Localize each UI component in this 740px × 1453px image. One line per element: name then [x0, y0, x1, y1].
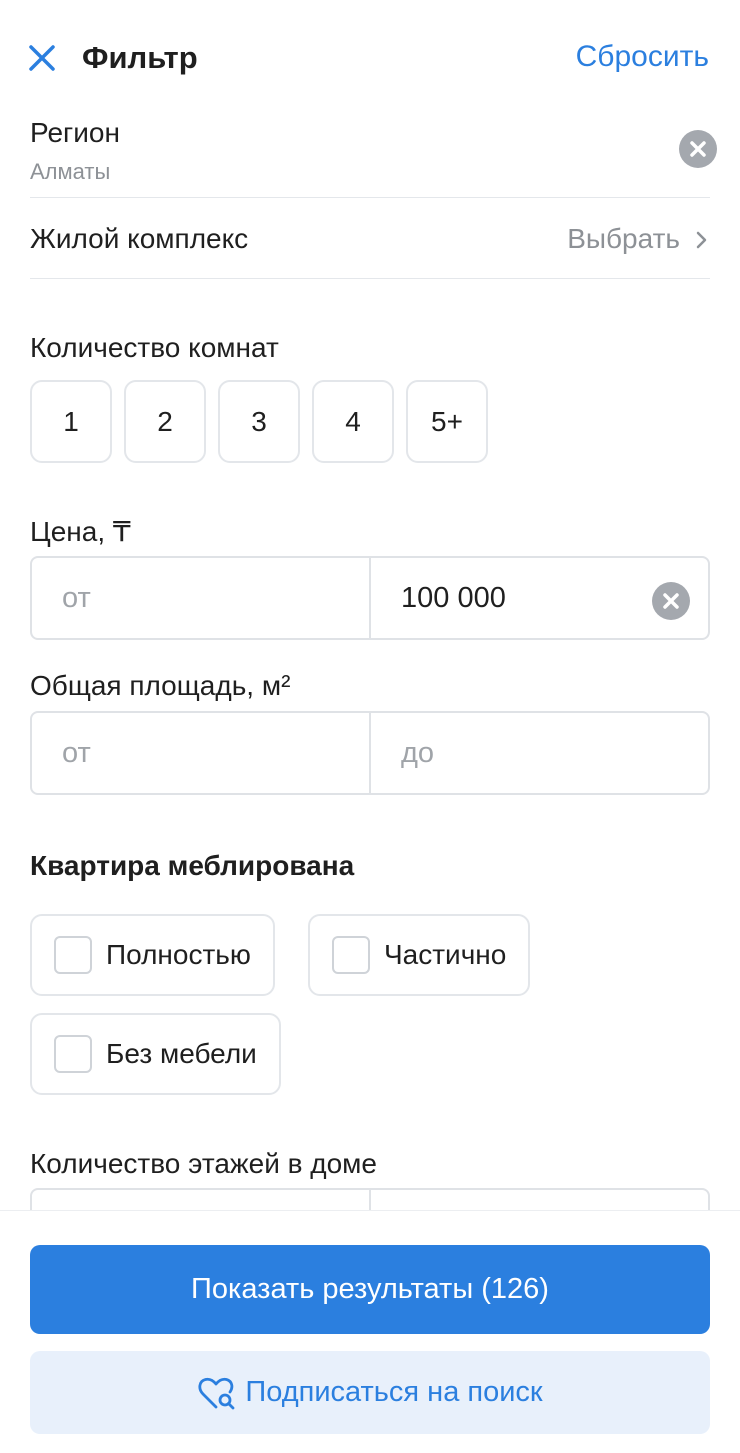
- area-range: от до: [30, 711, 710, 795]
- checkbox[interactable]: [54, 936, 92, 974]
- subscribe-label: Подписаться на поиск: [245, 1376, 543, 1408]
- chevron-right-icon: [696, 231, 707, 249]
- furnished-option-none[interactable]: Без мебели: [30, 1013, 281, 1095]
- price-from-input[interactable]: от: [32, 558, 369, 638]
- page-title: Фильтр: [82, 40, 198, 75]
- price-clear-button[interactable]: [652, 582, 690, 620]
- clear-icon: [690, 141, 706, 157]
- show-results-label: Показать результаты (126): [191, 1273, 549, 1305]
- checkbox[interactable]: [54, 1035, 92, 1073]
- floors-label: Количество этажей в доме: [30, 1148, 378, 1179]
- clear-icon: [663, 593, 679, 609]
- furnished-option-partial[interactable]: Частично: [308, 914, 531, 996]
- complex-label: Жилой комплекс: [30, 223, 249, 254]
- checkbox[interactable]: [332, 936, 370, 974]
- reset-button[interactable]: Сбросить: [576, 40, 709, 74]
- furnished-option-full[interactable]: Полностью: [30, 914, 275, 996]
- area-from-input[interactable]: от: [32, 713, 369, 793]
- area-to-placeholder: до: [401, 736, 435, 769]
- option-label: Полностью: [106, 939, 251, 970]
- price-from-placeholder: от: [62, 581, 91, 614]
- room-option-5plus[interactable]: 5+: [406, 380, 488, 463]
- price-to-input[interactable]: 100 000: [369, 558, 708, 638]
- complex-select-action: Выбрать: [567, 223, 680, 254]
- area-from-placeholder: от: [62, 736, 91, 769]
- area-label: Общая площадь, м²: [30, 670, 291, 701]
- room-option-3[interactable]: 3: [218, 380, 300, 463]
- subscribe-search-button[interactable]: Подписаться на поиск: [30, 1351, 710, 1434]
- region-clear-button[interactable]: [679, 130, 717, 168]
- show-results-button[interactable]: Показать результаты (126): [30, 1245, 710, 1334]
- furnished-label: Квартира меблирована: [30, 850, 355, 881]
- room-option-1[interactable]: 1: [30, 380, 112, 463]
- footer-actions: Показать результаты (126) Подписаться на…: [0, 1210, 740, 1453]
- price-label: Цена, ₸: [30, 516, 131, 547]
- option-label: Без мебели: [106, 1038, 257, 1069]
- option-label: Частично: [384, 939, 507, 970]
- room-option-2[interactable]: 2: [124, 380, 206, 463]
- area-to-input[interactable]: до: [369, 713, 708, 793]
- price-range: от 100 000: [30, 556, 710, 640]
- heart-search-icon: [198, 1377, 235, 1409]
- region-value: Алматы: [30, 159, 111, 184]
- room-option-4[interactable]: 4: [312, 380, 394, 463]
- rooms-label: Количество комнат: [30, 332, 279, 363]
- price-to-value: 100 000: [401, 581, 506, 614]
- close-button[interactable]: [26, 40, 58, 76]
- close-icon: [29, 45, 55, 71]
- residential-complex-row[interactable]: Жилой комплекс Выбрать: [30, 199, 710, 279]
- region-label: Регион: [30, 117, 120, 148]
- region-row[interactable]: Регион Алматы: [30, 105, 717, 198]
